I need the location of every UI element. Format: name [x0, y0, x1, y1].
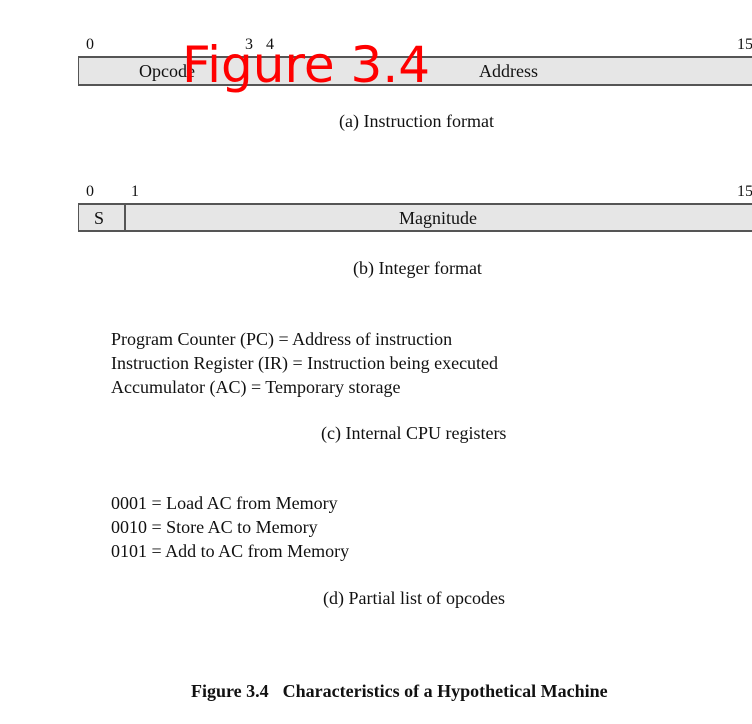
register-list: Program Counter (PC) = Address of instru…	[111, 327, 498, 399]
caption-instruction-format: (a) Instruction format	[339, 111, 494, 131]
bit-label-1: 1	[131, 183, 139, 200]
opcode-item: 0101 = Add to AC from Memory	[111, 541, 350, 561]
bit-label-0: 0	[86, 36, 94, 53]
opcode-list: 0001 = Load AC from Memory 0010 = Store …	[111, 491, 349, 563]
caption-integer-format: (b) Integer format	[353, 258, 482, 278]
opcode-item: 0001 = Load AC from Memory	[111, 493, 338, 513]
bit-label-15: 15	[737, 36, 752, 53]
register-item: Program Counter (PC) = Address of instru…	[111, 329, 453, 349]
sign-divider	[124, 204, 126, 231]
figure-overlay-label: Figure 3.4	[182, 36, 431, 94]
figure-title-text: Characteristics of a Hypothetical Machin…	[282, 681, 608, 701]
figure-number: Figure 3.4	[191, 681, 269, 701]
address-field-label: Address	[479, 61, 538, 81]
figure-title: Figure 3.4 Characteristics of a Hypotheti…	[191, 681, 608, 702]
bit-label-0: 0	[86, 183, 94, 200]
sign-field-label: S	[94, 208, 105, 228]
caption-cpu-registers: (c) Internal CPU registers	[321, 423, 507, 443]
magnitude-field-label: Magnitude	[399, 208, 477, 228]
caption-opcodes: (d) Partial list of opcodes	[323, 588, 505, 608]
register-item: Accumulator (AC) = Temporary storage	[111, 377, 401, 397]
opcode-item: 0010 = Store AC to Memory	[111, 517, 318, 537]
register-item: Instruction Register (IR) = Instruction …	[111, 353, 499, 373]
bit-label-15: 15	[737, 183, 752, 200]
